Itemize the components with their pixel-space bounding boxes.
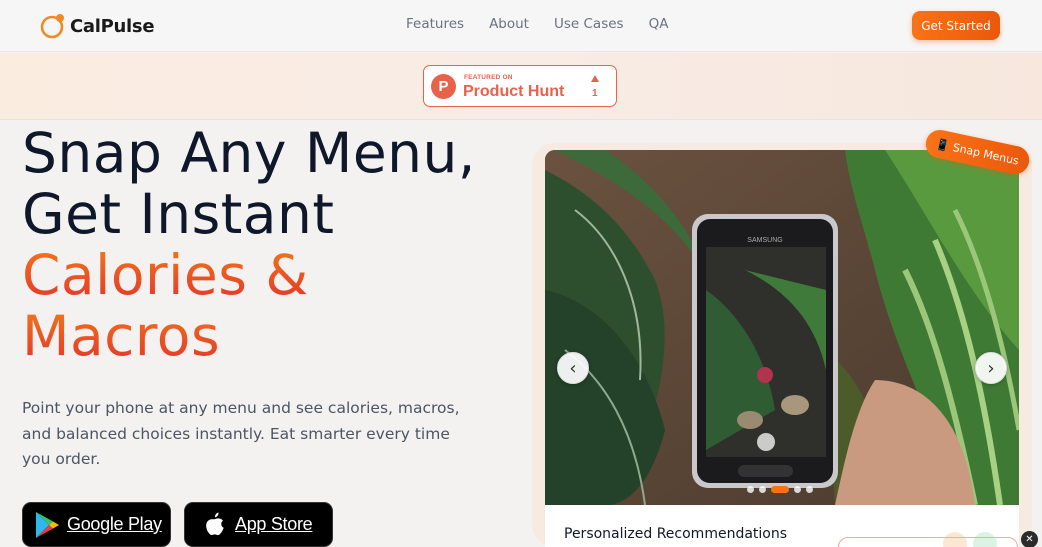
carousel-next-button[interactable]: ›	[975, 352, 1007, 384]
get-started-button[interactable]: Get Started	[912, 11, 1000, 40]
hero-title-accent-1: Calories &	[22, 245, 522, 306]
carousel-dot-4[interactable]	[794, 486, 801, 493]
ph-featured-label: FEATURED ON	[464, 74, 513, 81]
apple-icon	[202, 511, 226, 539]
hero-subtitle: Point your phone at any menu and see cal…	[22, 399, 460, 468]
upvote-arrow-icon	[591, 75, 599, 82]
hero-title-accent-2: Macros	[22, 306, 522, 367]
chevron-left-icon: ‹	[569, 357, 577, 379]
brand-name: CalPulse	[70, 15, 155, 37]
vegetables-phone-image: SAMSUNG	[545, 150, 1019, 505]
ph-name: Product Hunt	[463, 83, 565, 100]
carousel-dots	[747, 486, 813, 493]
nav-link-features[interactable]: Features	[406, 16, 464, 32]
carousel-prev-button[interactable]: ‹	[557, 352, 589, 384]
google-play-button[interactable]: Google Play	[22, 502, 171, 547]
carousel-dot-5[interactable]	[806, 486, 813, 493]
upvote-count: 1	[592, 88, 598, 99]
hero-title: Snap Any Menu, Get Instant Calories & Ma…	[22, 123, 522, 367]
app-store-button[interactable]: App Store	[184, 502, 333, 547]
nav-link-qa[interactable]: QA	[649, 16, 669, 32]
recommendations-panel: Personalized Recommendations	[545, 505, 1019, 547]
product-hunt-banner: P FEATURED ON Product Hunt 1	[0, 53, 1042, 120]
nav-link-use-cases[interactable]: Use Cases	[554, 16, 624, 32]
nav-link-about[interactable]: About	[489, 16, 529, 32]
product-hunt-badge[interactable]: P FEATURED ON Product Hunt 1	[423, 65, 617, 107]
brand-logo[interactable]: CalPulse	[40, 12, 155, 40]
hero-title-line-2: Get Instant	[22, 182, 335, 246]
app-store-label: App Store	[235, 514, 313, 534]
site-header: CalPulse Features About Use Cases QA Get…	[0, 0, 1042, 52]
chevron-right-icon: ›	[987, 357, 995, 379]
product-hunt-icon: P	[431, 74, 456, 99]
hero-title-line-1: Snap Any Menu,	[22, 121, 476, 185]
pulse-logo-icon	[40, 13, 66, 39]
google-play-label: Google Play	[67, 514, 162, 534]
recommendations-title: Personalized Recommendations	[564, 526, 788, 542]
menu-photo-carousel[interactable]: SAMSUNG	[545, 150, 1019, 505]
main-nav: Features About Use Cases QA	[406, 16, 668, 32]
carousel-dot-3-active[interactable]	[771, 486, 789, 493]
carousel-dot-2[interactable]	[759, 486, 766, 493]
close-icon[interactable]: ✕	[1021, 531, 1038, 547]
carousel-dot-1[interactable]	[747, 486, 754, 493]
phone-brand-label: SAMSUNG	[747, 237, 782, 244]
recommendation-pill	[838, 537, 1018, 547]
google-play-icon	[34, 511, 60, 539]
